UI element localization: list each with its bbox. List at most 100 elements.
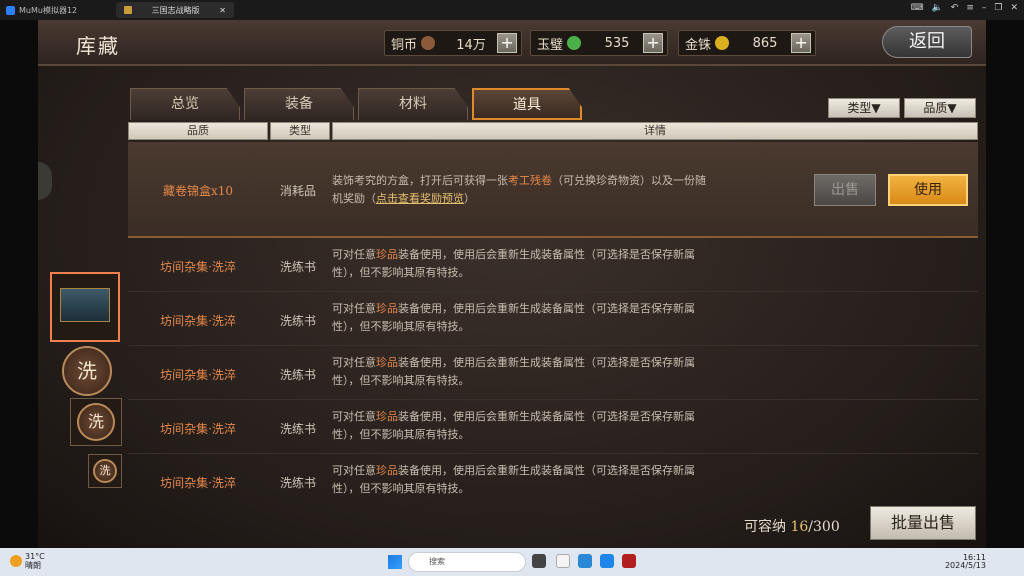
category-tabs: 总览 装备 材料 道具 bbox=[130, 88, 582, 120]
desc-text: 可对任意 bbox=[332, 302, 376, 315]
keyboard-icon[interactable]: ⌨ bbox=[911, 3, 924, 13]
sell-button[interactable]: 出售 bbox=[814, 174, 876, 206]
item-thumb[interactable]: 洗 bbox=[70, 398, 122, 446]
game-tab[interactable]: 三国志战略版 ✕ bbox=[116, 2, 234, 18]
game-tab-icon bbox=[124, 6, 132, 14]
column-header-quality: 品质 bbox=[128, 122, 268, 140]
weather-widget[interactable]: 31°C 晴朗 bbox=[10, 552, 45, 570]
item-type: 消耗品 bbox=[279, 184, 316, 198]
jade-coin-icon bbox=[567, 36, 582, 50]
top-bar: 库藏 铜币 14万 + 玉璧 535 + 金铢 865 + 返回 bbox=[38, 20, 986, 66]
item-name: 坊间杂集·洗淬 bbox=[160, 422, 236, 436]
minimize-icon[interactable]: – bbox=[982, 3, 987, 13]
item-description: 可对任意珍品装备使用，使用后会重新生成装备属性（可选择是否保存新属性），但不影响… bbox=[332, 462, 712, 498]
volume-icon[interactable]: 🔈 bbox=[932, 3, 943, 13]
gold-coin-icon bbox=[715, 36, 730, 50]
resource-jade: 玉璧 535 + bbox=[530, 30, 668, 56]
wash-book-icon: 洗 bbox=[62, 346, 112, 396]
capacity-label: 可容纳 bbox=[744, 519, 791, 535]
tab-materials[interactable]: 材料 bbox=[358, 88, 468, 120]
emulator-titlebar: MuMu模拟器12 三国志战略版 ✕ ⌨ 🔈 ↶ ≡ – ❐ ✕ bbox=[0, 0, 1024, 20]
desc-text: 装备使用，使用后会重新生成装备属性（可 bbox=[398, 356, 607, 369]
capacity-max: /300 bbox=[808, 519, 840, 535]
close-window-icon[interactable]: ✕ bbox=[1010, 3, 1018, 13]
item-description: 装饰考究的方盒，打开后可获得一张考工残卷（可兑换珍奇物资）以及一份随机奖励（点击… bbox=[332, 172, 712, 208]
desc-text: ） bbox=[464, 192, 475, 205]
tab-equipment[interactable]: 装备 bbox=[244, 88, 354, 120]
tab-items[interactable]: 道具 bbox=[472, 88, 582, 120]
item-name: 坊间杂集·洗淬 bbox=[160, 260, 236, 274]
brocade-box-icon bbox=[60, 288, 110, 322]
selected-item-thumb[interactable] bbox=[50, 272, 120, 342]
item-type: 洗练书 bbox=[279, 422, 316, 436]
taskbar-search[interactable]: 搜索 bbox=[408, 552, 526, 572]
search-placeholder: 搜索 bbox=[429, 557, 445, 566]
browser-icon[interactable] bbox=[578, 554, 592, 568]
game-taskbar-icon[interactable] bbox=[622, 554, 636, 568]
rotate-icon[interactable]: ↶ bbox=[951, 3, 959, 13]
restore-icon[interactable]: ❐ bbox=[994, 3, 1002, 13]
resource-value: 865 bbox=[752, 35, 778, 51]
item-thumb[interactable]: 洗 bbox=[58, 346, 120, 396]
item-name: 坊间杂集·洗淬 bbox=[160, 314, 236, 328]
add-gold-button[interactable]: + bbox=[791, 33, 812, 53]
list-item[interactable]: 坊间杂集·洗淬 洗练书 可对任意珍品装备使用，使用后会重新生成装备属性（可选择是… bbox=[128, 240, 978, 292]
item-type: 洗练书 bbox=[279, 260, 316, 274]
resource-gold: 金铢 865 + bbox=[678, 30, 816, 56]
weather-temp: 31°C bbox=[25, 552, 45, 561]
tab-overview[interactable]: 总览 bbox=[130, 88, 240, 120]
item-name: 坊间杂集·洗淬 bbox=[160, 476, 236, 490]
list-item[interactable]: 坊间杂集·洗淬 洗练书 可对任意珍品装备使用，使用后会重新生成装备属性（可选择是… bbox=[128, 456, 978, 502]
back-button[interactable]: 返回 bbox=[882, 26, 972, 58]
resource-value: 14万 bbox=[456, 37, 486, 53]
weather-desc: 晴朗 bbox=[25, 561, 41, 570]
item-list: 藏卷锦盒x10 消耗品 装饰考究的方盒，打开后可获得一张考工残卷（可兑换珍奇物资… bbox=[128, 142, 978, 502]
reward-preview-link[interactable]: 点击查看奖励预览 bbox=[376, 192, 464, 205]
wash-book-icon: 洗 bbox=[77, 403, 115, 441]
column-header-detail: 详情 bbox=[332, 122, 978, 140]
desc-highlight: 考工残卷 bbox=[508, 174, 552, 187]
resource-value: 535 bbox=[604, 35, 630, 51]
desc-text: 装饰考究的方盒，打开后可获得一张 bbox=[332, 174, 508, 187]
list-item[interactable]: 坊间杂集·洗淬 洗练书 可对任意珍品装备使用，使用后会重新生成装备属性（可选择是… bbox=[128, 294, 978, 346]
game-tab-title: 三国志战略版 bbox=[151, 5, 200, 15]
desc-text: 装备使用，使用后会重新生成装备属性（可 bbox=[398, 464, 607, 477]
system-clock[interactable]: 16:11 2024/5/13 bbox=[945, 554, 986, 570]
resource-name: 铜币 bbox=[391, 37, 418, 53]
use-button[interactable]: 使用 bbox=[888, 174, 968, 206]
add-jade-button[interactable]: + bbox=[643, 33, 664, 53]
desc-highlight: 珍品 bbox=[376, 356, 398, 369]
menu-icon[interactable]: ≡ bbox=[966, 3, 974, 13]
item-type: 洗练书 bbox=[279, 476, 316, 490]
clock-date: 2024/5/13 bbox=[944, 561, 986, 570]
list-item[interactable]: 坊间杂集·洗淬 洗练书 可对任意珍品装备使用，使用后会重新生成装备属性（可选择是… bbox=[128, 402, 978, 454]
mumu-taskbar-icon[interactable] bbox=[600, 554, 614, 568]
windows-start-icon[interactable] bbox=[388, 555, 402, 569]
type-filter-button[interactable]: 类型▼ bbox=[828, 98, 900, 118]
item-thumb[interactable]: 洗 bbox=[88, 454, 122, 488]
desc-text: 可对任意 bbox=[332, 356, 376, 369]
resource-copper: 铜币 14万 + bbox=[384, 30, 522, 56]
capacity-indicator: 可容纳 16/300 bbox=[744, 516, 840, 536]
emulator-app-label: MuMu模拟器12 bbox=[0, 5, 110, 16]
copper-coin-icon bbox=[421, 36, 436, 50]
desc-highlight: 珍品 bbox=[376, 302, 398, 315]
close-tab-icon[interactable]: ✕ bbox=[219, 6, 226, 15]
quality-filter-button[interactable]: 品质▼ bbox=[904, 98, 976, 118]
side-drawer-handle[interactable] bbox=[38, 162, 52, 200]
os-taskbar: 31°C 晴朗 搜索 16:11 2024/5/13 bbox=[0, 548, 1024, 576]
add-copper-button[interactable]: + bbox=[497, 33, 518, 53]
desc-text: 装备使用，使用后会重新生成装备属性（可 bbox=[398, 410, 607, 423]
task-view-icon[interactable] bbox=[532, 554, 546, 568]
batch-sell-button[interactable]: 批量出售 bbox=[870, 506, 976, 540]
item-description: 可对任意珍品装备使用，使用后会重新生成装备属性（可选择是否保存新属性），但不影响… bbox=[332, 246, 712, 282]
resource-name: 金铢 bbox=[685, 37, 712, 53]
item-description: 可对任意珍品装备使用，使用后会重新生成装备属性（可选择是否保存新属性），但不影响… bbox=[332, 354, 712, 390]
list-item[interactable]: 坊间杂集·洗淬 洗练书 可对任意珍品装备使用，使用后会重新生成装备属性（可选择是… bbox=[128, 348, 978, 400]
window-controls: ⌨ 🔈 ↶ ≡ – ❐ ✕ bbox=[911, 3, 1018, 13]
desc-text: 装备使用，使用后会重新生成装备属性（可 bbox=[398, 248, 607, 261]
file-icon[interactable] bbox=[556, 554, 570, 568]
selected-item-row[interactable]: 藏卷锦盒x10 消耗品 装饰考究的方盒，打开后可获得一张考工残卷（可兑换珍奇物资… bbox=[128, 142, 978, 238]
item-description: 可对任意珍品装备使用，使用后会重新生成装备属性（可选择是否保存新属性），但不影响… bbox=[332, 408, 712, 444]
desc-highlight: 珍品 bbox=[376, 410, 398, 423]
